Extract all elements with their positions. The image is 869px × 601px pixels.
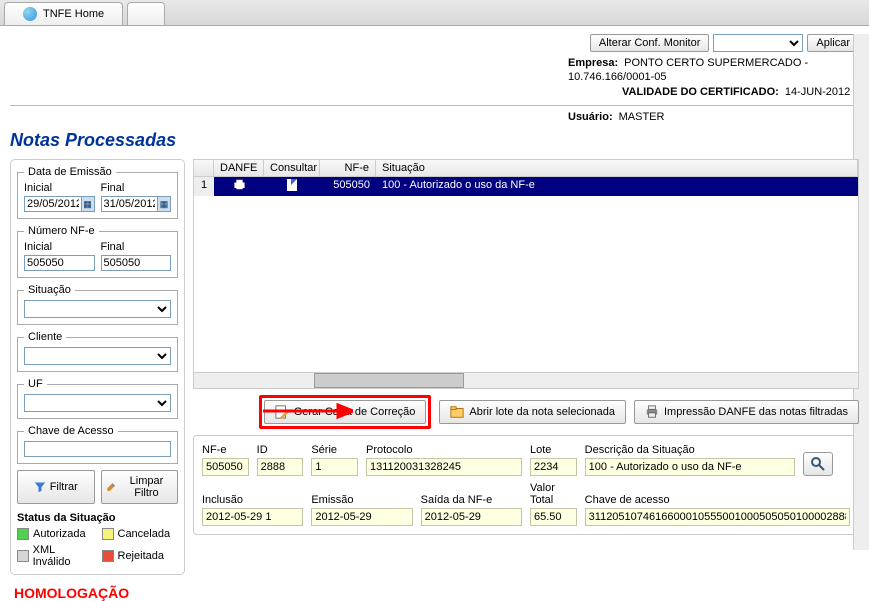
- situacao-select[interactable]: [24, 300, 171, 318]
- homologacao-label: HOMOLOGAÇÃO: [14, 585, 855, 601]
- nfe-final-input[interactable]: [101, 255, 172, 271]
- detail-protocolo: [366, 458, 522, 476]
- nfe-inicial-input[interactable]: [24, 255, 95, 271]
- globe-icon: [23, 7, 37, 21]
- nfe-cell: 505050: [320, 177, 376, 196]
- company-info: Empresa:PONTO CERTO SUPERMERCADO - 10.74…: [10, 56, 859, 99]
- horizontal-scrollbar[interactable]: [194, 372, 858, 388]
- situacao-fieldset: Situação: [17, 284, 178, 325]
- user-info: Usuário:MASTER: [10, 110, 859, 124]
- detail-descricao: [585, 458, 796, 476]
- legend-cancelada: Cancelada: [102, 528, 179, 540]
- tab-title: TNFE Home: [43, 8, 104, 20]
- filter-panel: Data de Emissão Inicial ▦ Final ▦: [10, 159, 185, 575]
- printer-icon: [645, 405, 659, 419]
- brush-icon: [106, 481, 116, 493]
- results-grid: DANFE Consultar NF-e Situação 1 505: [193, 159, 859, 389]
- details-panel: NF-e ID Série Protocolo Lote Descrição d…: [193, 435, 859, 535]
- col-consultar[interactable]: Consultar: [264, 160, 320, 176]
- document-icon: [287, 179, 297, 191]
- limpar-filtro-button[interactable]: Limpar Filtro: [101, 470, 179, 504]
- legend-autorizada: Autorizada: [17, 528, 94, 540]
- browser-tab[interactable]: TNFE Home: [4, 2, 123, 25]
- numero-nfe-fieldset: Número NF-e Inicial Final: [17, 225, 178, 278]
- filtrar-button[interactable]: Filtrar: [17, 470, 95, 504]
- funnel-icon: [34, 481, 46, 493]
- detail-serie: [311, 458, 358, 476]
- legend-xml-invalido: XML Inválido: [17, 544, 94, 568]
- col-nfe[interactable]: NF-e: [320, 160, 376, 176]
- new-tab-button[interactable]: [127, 2, 165, 25]
- data-inicial-input[interactable]: [24, 196, 82, 212]
- col-danfe[interactable]: DANFE: [214, 160, 264, 176]
- detail-inclusao: [202, 508, 303, 526]
- abrir-lote-button[interactable]: Abrir lote da nota selecionada: [439, 400, 626, 424]
- cliente-select[interactable]: [24, 347, 171, 365]
- detail-chave: [585, 508, 850, 526]
- impressao-danfe-button[interactable]: Impressão DANFE das notas filtradas: [634, 400, 859, 424]
- detail-nfe: [202, 458, 249, 476]
- chave-input[interactable]: [24, 441, 171, 457]
- grid-row[interactable]: 1 505050 100 - Autorizado o uso da NF-e: [194, 177, 858, 196]
- data-emissao-fieldset: Data de Emissão Inicial ▦ Final ▦: [17, 166, 178, 219]
- calendar-icon[interactable]: ▦: [82, 196, 95, 212]
- uf-fieldset: UF: [17, 378, 178, 419]
- detail-valor: [530, 508, 577, 526]
- monitor-select[interactable]: [713, 34, 803, 52]
- legend-rejeitada: Rejeitada: [102, 544, 179, 568]
- col-situacao[interactable]: Situação: [376, 160, 858, 176]
- open-icon: [450, 405, 464, 419]
- cliente-fieldset: Cliente: [17, 331, 178, 372]
- data-final-input[interactable]: [101, 196, 159, 212]
- highlight-arrow: [263, 401, 353, 421]
- calendar-icon[interactable]: ▦: [158, 196, 171, 212]
- printer-icon: [233, 179, 246, 190]
- magnify-button[interactable]: [803, 452, 833, 476]
- detail-emissao: [311, 508, 412, 526]
- alterar-conf-button[interactable]: Alterar Conf. Monitor: [590, 34, 709, 52]
- page-title: Notas Processadas: [10, 130, 859, 151]
- danfe-cell[interactable]: [214, 177, 264, 196]
- detail-saida: [421, 508, 522, 526]
- row-index: 1: [194, 177, 214, 196]
- situacao-cell: 100 - Autorizado o uso da NF-e: [376, 177, 858, 196]
- consultar-cell[interactable]: [264, 177, 320, 196]
- search-icon: [810, 456, 826, 472]
- chave-fieldset: Chave de Acesso: [17, 425, 178, 464]
- uf-select[interactable]: [24, 394, 171, 412]
- status-legend: Status da Situação Autorizada Cancelada …: [17, 512, 178, 568]
- aplicar-button[interactable]: Aplicar: [807, 34, 859, 52]
- detail-lote: [530, 458, 577, 476]
- detail-id: [257, 458, 304, 476]
